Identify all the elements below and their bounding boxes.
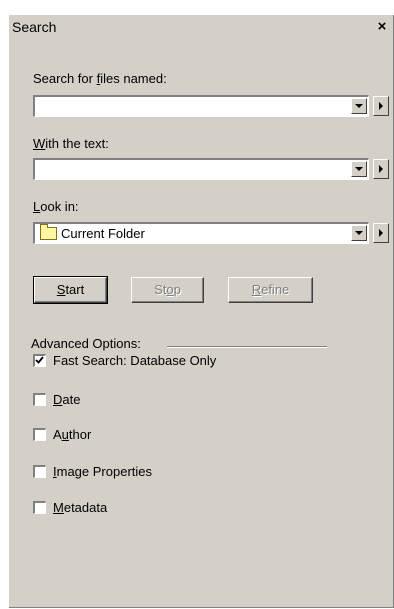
checkbox-box[interactable] [33, 354, 46, 367]
checkbox-label: Date [53, 392, 81, 407]
chevron-down-icon[interactable] [351, 98, 367, 114]
look-in-combobox[interactable]: Current Folder [33, 222, 369, 244]
with-text-label: With the text: [33, 136, 109, 151]
stop-button[interactable]: Stop [131, 277, 204, 303]
chevron-down-icon[interactable] [351, 225, 367, 241]
with-text-options-arrow-icon[interactable] [373, 159, 389, 179]
checkbox-box[interactable] [33, 501, 46, 514]
checkbox-label: Metadata [53, 500, 108, 515]
checkbox-box[interactable] [33, 465, 46, 478]
checkbox-box[interactable] [33, 393, 46, 406]
checkbox-label: Author [53, 427, 92, 442]
look-in-options-arrow-icon[interactable] [373, 223, 389, 243]
search-pane: Search × Search for files named: With th… [8, 14, 394, 608]
close-icon[interactable]: × [374, 19, 390, 35]
start-button[interactable]: Start [33, 276, 108, 304]
look-in-value: Current Folder [61, 226, 145, 241]
checkbox-box[interactable] [33, 428, 46, 441]
search-named-label: Search for files named: [33, 71, 167, 86]
advanced-options-divider [167, 346, 327, 348]
folder-icon [40, 224, 57, 240]
chevron-down-icon[interactable] [351, 161, 367, 177]
refine-button[interactable]: Refine [228, 277, 313, 303]
pane-title: Search [12, 19, 57, 35]
with-text-combobox[interactable] [33, 158, 369, 180]
advanced-options-heading: Advanced Options: [31, 336, 141, 351]
search-named-options-arrow-icon[interactable] [373, 96, 389, 116]
look-in-label: Look in: [33, 199, 79, 214]
checkbox-label: Image Properties [53, 464, 153, 479]
search-named-combobox[interactable] [33, 95, 369, 117]
checkbox-label: Fast Search: Database Only [53, 353, 217, 368]
